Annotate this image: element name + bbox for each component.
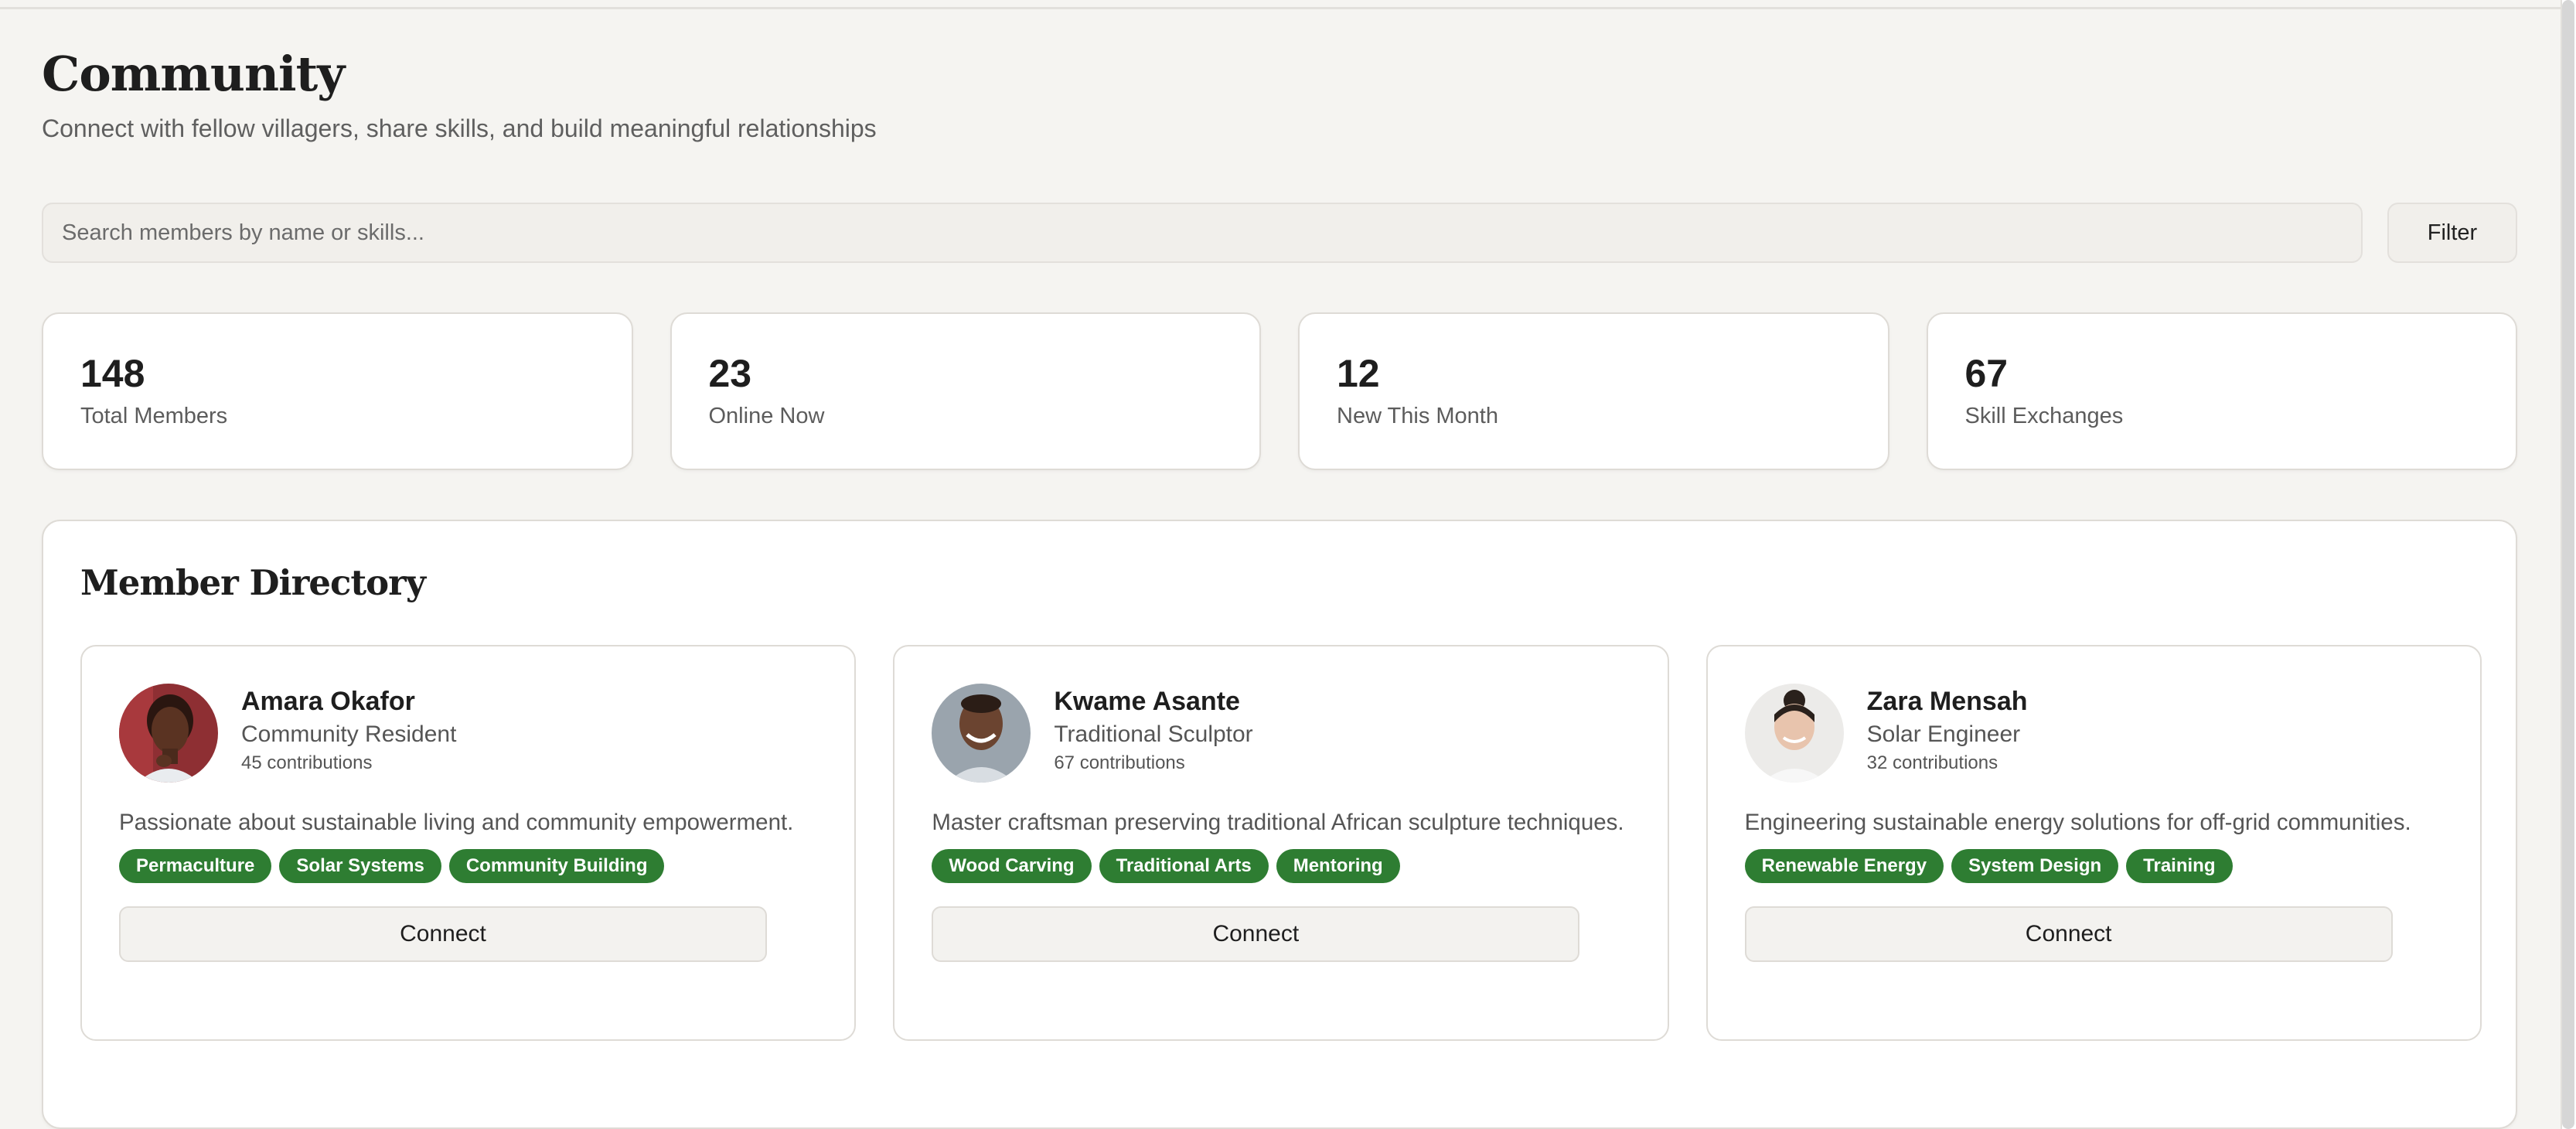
skill-tag: Community Building xyxy=(448,849,665,883)
stat-card-new-this-month: 12 New This Month xyxy=(1298,312,1889,470)
stat-value: 67 xyxy=(1964,352,2009,395)
member-contributions: 67 contributions xyxy=(1054,752,1185,773)
skill-tags: Permaculture Solar Systems Community Bui… xyxy=(119,849,817,883)
search-input[interactable] xyxy=(42,203,2363,263)
member-role: Solar Engineer xyxy=(1866,721,2021,747)
stat-card-total-members: 148 Total Members xyxy=(42,312,633,470)
connect-button[interactable]: Connect xyxy=(119,906,767,962)
avatar xyxy=(1744,684,1844,783)
stat-value: 23 xyxy=(708,352,752,395)
member-contributions: 32 contributions xyxy=(1866,752,1998,773)
skill-tag: System Design xyxy=(1951,849,2119,883)
stat-value: 148 xyxy=(80,352,145,395)
member-bio: Master craftsman preserving traditional … xyxy=(932,810,1624,835)
search-bar: Filter xyxy=(42,203,2517,263)
skill-tag: Traditional Arts xyxy=(1099,849,1269,883)
member-bio: Passionate about sustainable living and … xyxy=(119,810,794,835)
skill-tag: Training xyxy=(2126,849,2233,883)
member-info: Amara Okafor Community Resident 45 contr… xyxy=(241,684,456,775)
skill-tag: Renewable Energy xyxy=(1744,849,1944,883)
member-bio: Engineering sustainable energy solutions… xyxy=(1744,810,2411,835)
member-list: Amara Okafor Community Resident 45 contr… xyxy=(80,645,2482,1041)
stat-label: Total Members xyxy=(80,404,228,428)
member-name: Amara Okafor xyxy=(241,687,415,716)
member-card-zara-mensah: Zara Mensah Solar Engineer 32 contributi… xyxy=(1705,645,2482,1041)
stat-card-online-now: 23 Online Now xyxy=(670,312,1261,470)
scrollbar[interactable] xyxy=(2561,0,2576,1129)
member-name: Kwame Asante xyxy=(1054,687,1240,716)
connect-button[interactable]: Connect xyxy=(1744,906,2393,962)
stat-value: 12 xyxy=(1337,352,1380,395)
member-directory: Member Directory Amara Okafor Community … xyxy=(42,520,2517,1129)
scrollbar-thumb[interactable] xyxy=(2562,0,2574,1129)
stats-row: 148 Total Members 23 Online Now 12 New T… xyxy=(42,312,2517,470)
member-info: Zara Mensah Solar Engineer 32 contributi… xyxy=(1867,684,2028,775)
stat-label: New This Month xyxy=(1337,404,1498,428)
skill-tag: Wood Carving xyxy=(932,849,1092,883)
member-card-kwame-asante: Kwame Asante Traditional Sculptor 67 con… xyxy=(893,645,1669,1041)
community-page: Community Connect with fellow villagers,… xyxy=(42,46,2517,1129)
avatar xyxy=(932,684,1031,783)
member-contributions: 45 contributions xyxy=(241,752,373,773)
skill-tag: Solar Systems xyxy=(279,849,441,883)
stat-card-skill-exchanges: 67 Skill Exchanges xyxy=(1926,312,2517,470)
member-card-amara-okafor: Amara Okafor Community Resident 45 contr… xyxy=(80,645,857,1041)
member-role: Traditional Sculptor xyxy=(1054,721,1253,747)
directory-title: Member Directory xyxy=(80,562,426,603)
member-header: Zara Mensah Solar Engineer 32 contributi… xyxy=(1744,684,2443,783)
skill-tag: Mentoring xyxy=(1276,849,1400,883)
member-info: Kwame Asante Traditional Sculptor 67 con… xyxy=(1054,684,1252,775)
member-header: Kwame Asante Traditional Sculptor 67 con… xyxy=(932,684,1630,783)
avatar xyxy=(119,684,218,783)
page-title: Community xyxy=(42,46,345,102)
stat-label: Skill Exchanges xyxy=(1964,404,2124,428)
top-divider xyxy=(0,0,2576,9)
stat-label: Online Now xyxy=(708,404,825,428)
member-header: Amara Okafor Community Resident 45 contr… xyxy=(119,684,817,783)
skill-tags: Wood Carving Traditional Arts Mentoring xyxy=(932,849,1630,883)
filter-button[interactable]: Filter xyxy=(2387,203,2517,263)
skill-tags: Renewable Energy System Design Training xyxy=(1744,849,2443,883)
skill-tag: Permaculture xyxy=(119,849,272,883)
connect-button[interactable]: Connect xyxy=(932,906,1580,962)
member-name: Zara Mensah xyxy=(1866,687,2028,716)
member-role: Community Resident xyxy=(241,721,457,747)
page-subtitle: Connect with fellow villagers, share ski… xyxy=(42,114,877,142)
